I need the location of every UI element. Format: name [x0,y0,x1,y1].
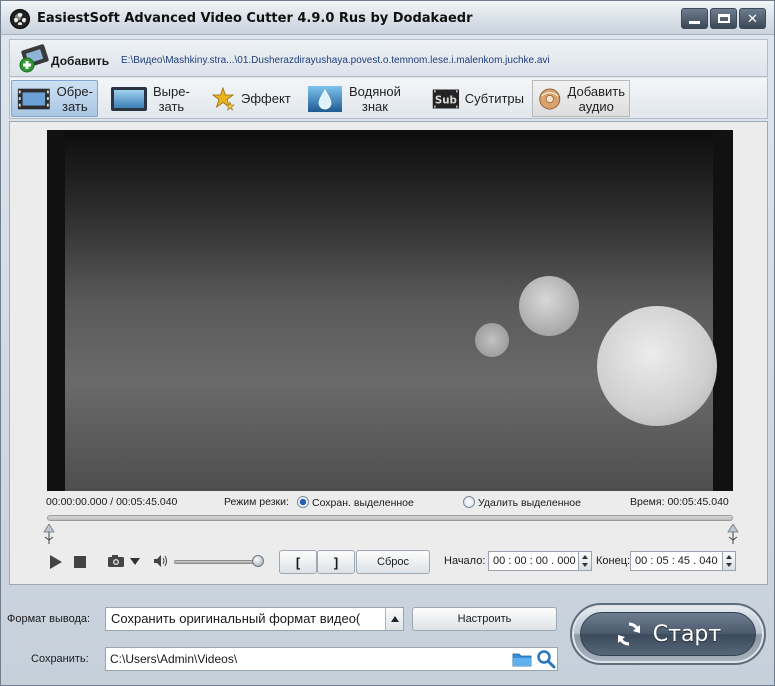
delete-selection-radio[interactable]: Удалить выделенное [463,496,581,509]
preview-panel: 00:00:00.000 / 00:05:45.040 Режим резки:… [9,121,768,585]
cut-mode-label: Режим резки: [224,496,289,508]
tab-crop[interactable]: Обре-зать [11,80,98,117]
water-drop-icon [308,85,342,112]
start-button[interactable]: Старт [570,603,766,665]
mark-out-button[interactable]: ] [317,550,355,574]
tab-effect-label: Эффект [241,91,291,106]
monitor-icon [111,86,147,111]
tab-watermark[interactable]: Водяной знак [302,80,412,117]
radio-selected-icon [297,496,309,508]
tab-crop-label: Обре-зать [56,83,93,114]
chevron-up-icon[interactable] [385,608,403,630]
video-preview[interactable] [47,130,733,491]
close-button[interactable]: ✕ [739,8,766,29]
edit-toolbar: Обре-зать Выре-зать Эффект Водяной знак … [9,78,768,119]
volume-icon[interactable] [153,554,169,568]
tab-cut[interactable]: Выре-зать [106,80,198,117]
file-path: E:\Видео\Mashkiny.stra...\01.Dusherazdir… [121,55,550,66]
save-path-input[interactable]: C:\Users\Admin\Videos\ [105,647,558,671]
mark-in-button[interactable]: [ [279,550,317,574]
output-format-label: Формат вывода: [7,613,91,625]
tab-subtitles[interactable]: Sub Субтитры [428,80,528,117]
reset-button[interactable]: Сброс [356,550,430,574]
window-title: EasiestSoft Advanced Video Cutter 4.9.0 … [37,11,473,26]
svg-text:Sub: Sub [435,95,457,106]
title-bar[interactable]: EasiestSoft Advanced Video Cutter 4.9.0 … [1,1,774,35]
add-button[interactable]: Добавить [51,54,109,68]
start-button-label: Старт [652,621,722,647]
search-icon[interactable] [536,649,556,669]
output-format-select[interactable]: Сохранить оригинальный формат видео( [105,607,404,631]
volume-slider[interactable] [174,560,262,564]
save-path-value: C:\Users\Admin\Videos\ [110,652,238,666]
end-time-label: Конец: [596,555,631,567]
tab-add-audio-label: Добавить аудио [567,83,625,114]
tab-subtitles-label: Субтитры [464,91,524,106]
add-file-bar: Добавить E:\Видео\Mashkiny.stra...\01.Du… [9,39,768,77]
film-reel-icon [10,9,30,29]
tab-watermark-label: Водяной знак [349,83,401,114]
camera-icon[interactable] [107,554,125,568]
time-position: 00:00:00.000 / 00:05:45.040 [46,496,178,508]
duration: Время: 00:05:45.040 [630,496,729,508]
maximize-button[interactable] [710,8,737,29]
add-film-icon[interactable] [17,43,51,73]
minimize-button[interactable] [681,8,708,29]
start-button-face: Старт [580,612,756,656]
tab-effect[interactable]: Эффект [206,80,298,117]
close-icon: ✕ [747,10,758,26]
bokeh-light [597,306,717,426]
end-marker-icon[interactable] [726,524,740,544]
maximize-icon [717,14,730,23]
stop-icon[interactable] [74,556,86,568]
start-time-label: Начало: [444,555,486,567]
start-time-spinner[interactable] [579,551,592,571]
playback-controls: [ ] Сброс Начало: 00 : 00 : 00 . 000 Кон… [10,547,769,577]
bracket-right-icon: ] [333,554,339,570]
radio-unselected-icon [463,496,475,508]
app-window: EasiestSoft Advanced Video Cutter 4.9.0 … [0,0,775,686]
chevron-down-icon[interactable] [130,558,140,565]
bracket-left-icon: [ [295,554,301,570]
settings-button[interactable]: Настроить [412,607,557,631]
refresh-icon [617,622,640,646]
window-controls: ✕ [681,8,766,29]
start-marker-icon[interactable] [42,524,56,544]
save-path-label: Сохранить: [31,653,89,665]
keep-selection-radio[interactable]: Сохран. выделенное [297,496,414,509]
stars-icon [211,86,235,111]
subtitle-icon: Sub [432,89,460,108]
volume-knob[interactable] [251,555,264,567]
output-section: Формат вывода: Сохранить оригинальный фо… [1,591,775,686]
folder-icon[interactable] [512,650,532,668]
play-icon[interactable] [50,555,62,569]
bokeh-light [475,323,509,357]
bokeh-light [519,276,579,336]
start-time-input[interactable]: 00 : 00 : 00 . 000 [488,551,579,571]
minimize-icon [689,20,700,24]
output-format-value: Сохранить оригинальный формат видео( [111,611,361,626]
timeline-slider[interactable] [47,515,733,521]
end-time-input[interactable]: 00 : 05 : 45 . 040 [630,551,723,571]
audio-disc-icon [539,88,561,109]
cut-info-row: 00:00:00.000 / 00:05:45.040 Режим резки:… [10,496,769,510]
tab-cut-label: Выре-зать [153,83,190,114]
end-time-spinner[interactable] [723,551,736,571]
tab-add-audio[interactable]: Добавить аудио [532,80,630,117]
video-frame [65,130,717,491]
film-crop-icon [17,88,50,109]
